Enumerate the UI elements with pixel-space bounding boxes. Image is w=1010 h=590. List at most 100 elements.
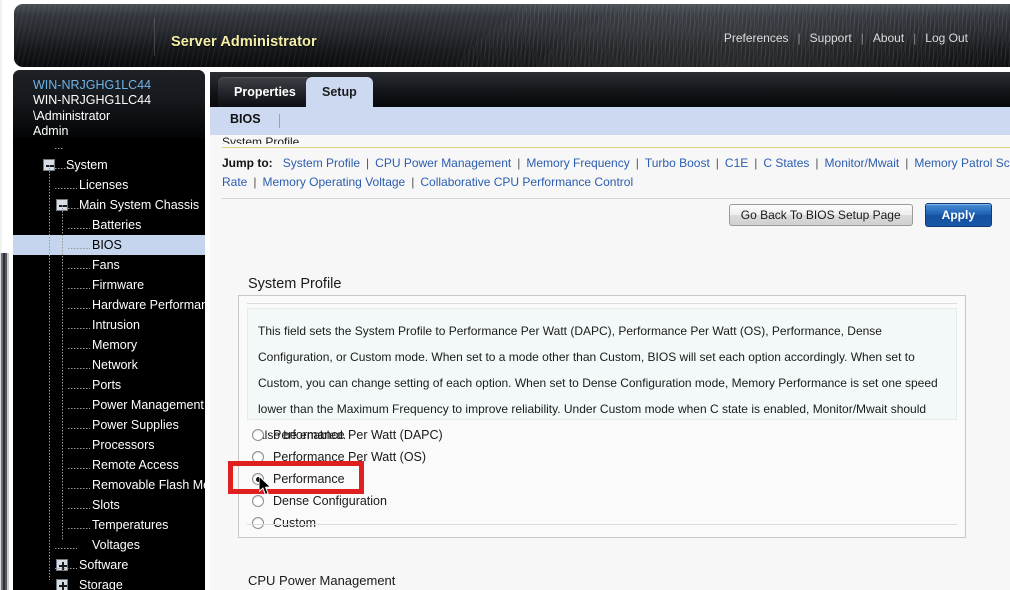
- sidebar-item-label: Removable Flash Media: [92, 478, 205, 492]
- tree-guide-dash: [68, 428, 90, 429]
- page-scrollbar[interactable]: [0, 253, 9, 590]
- sidebar-item-label: Temperatures: [92, 518, 169, 532]
- sidebar-item-fans[interactable]: Fans: [13, 255, 205, 275]
- sidebar-host-link[interactable]: WIN-NRJGHG1LC44: [33, 78, 205, 93]
- radio-option-performance-per-watt-dapc-[interactable]: Performance Per Watt (DAPC): [252, 424, 952, 446]
- sidebar-item-label: Remote Access: [92, 458, 179, 472]
- system-tree: System Licenses Main System Chassis Batteri…: [13, 138, 205, 590]
- jump-link-c-states[interactable]: C States: [763, 156, 809, 170]
- sidebar-item-label: Batteries: [92, 218, 142, 232]
- apply-button[interactable]: Apply: [924, 203, 992, 227]
- tree-guide-dash: [68, 408, 90, 409]
- sidebar-item-label: Power Management: [92, 398, 204, 412]
- jump-link-memory-patrol-scrub[interactable]: Memory Patrol Scrub: [914, 156, 1010, 170]
- sidebar-item-batteries[interactable]: Batteries: [13, 215, 205, 235]
- jump-separator: |: [754, 156, 758, 170]
- nav-preferences[interactable]: Preferences: [715, 31, 798, 45]
- jump-link-monitor-mwait[interactable]: Monitor/Mwait: [825, 156, 900, 170]
- tree-guide-dash: [68, 388, 90, 389]
- sidebar-item-network[interactable]: Network: [13, 355, 205, 375]
- tree-guide-dash: [68, 328, 90, 329]
- tree-guide-dash: [68, 228, 90, 229]
- radio-option-label: Performance Per Watt (OS): [273, 450, 427, 464]
- sidebar-item-system[interactable]: System: [13, 155, 205, 175]
- tree-guide-dash: [68, 488, 90, 489]
- browser-viewport: Server Administrator Preferences | Suppo…: [0, 0, 1010, 590]
- tab-properties[interactable]: Properties: [218, 77, 312, 107]
- sidebar-item-label: System: [66, 158, 108, 172]
- sidebar-item-memory[interactable]: Memory: [13, 335, 205, 355]
- section-title: System Profile: [248, 276, 342, 292]
- expand-icon[interactable]: [56, 579, 68, 590]
- jump-link-memory-operating-voltage[interactable]: Memory Operating Voltage: [262, 175, 405, 189]
- sidebar-item-label: Hardware Performance: [92, 298, 205, 312]
- tree-guide-dash: [55, 548, 77, 549]
- section-description: This field sets the System Profile to Pe…: [247, 308, 957, 442]
- sidebar-item-licenses[interactable]: Licenses: [13, 175, 205, 195]
- jump-separator: |: [635, 156, 639, 170]
- sidebar-item-power-management[interactable]: Power Management: [13, 395, 205, 415]
- sidebar-item-main-system-chassis[interactable]: Main System Chassis: [13, 195, 205, 215]
- sidebar-item-label: Network: [92, 358, 138, 372]
- jump-bottom-rule: [222, 198, 1010, 199]
- go-back-button[interactable]: Go Back To BIOS Setup Page: [728, 204, 913, 226]
- tree-guide-dash: [68, 288, 90, 289]
- sidebar-item-hardware-performance[interactable]: Hardware Performance: [13, 295, 205, 315]
- sidebar-item-software[interactable]: Software: [13, 555, 205, 575]
- sidebar-item-temperatures[interactable]: Temperatures: [13, 515, 205, 535]
- next-section-clip: CPU Power Management: [210, 575, 1010, 590]
- sidebar-item-intrusion[interactable]: Intrusion: [13, 315, 205, 335]
- radio-option-label: Performance: [273, 472, 345, 486]
- radio-option-custom[interactable]: Custom: [252, 512, 952, 534]
- jump-link-system-profile[interactable]: System Profile: [283, 156, 360, 170]
- tree-guide-dash: [55, 568, 77, 569]
- sub-tab-divider: [279, 114, 280, 128]
- sidebar-item-label: Ports: [92, 378, 122, 392]
- sidebar-item-bios[interactable]: BIOS: [13, 235, 205, 255]
- radio-option-label: Custom: [273, 516, 317, 530]
- tab-setup[interactable]: Setup: [306, 77, 373, 107]
- jump-link-turbo-boost[interactable]: Turbo Boost: [645, 156, 710, 170]
- sidebar-item-label: Licenses: [79, 178, 129, 192]
- sidebar-item-storage[interactable]: Storage: [13, 575, 205, 590]
- sub-tab-bios[interactable]: BIOS: [230, 112, 261, 126]
- tree-guide-dash: [68, 368, 90, 369]
- sidebar-item-ports[interactable]: Ports: [13, 375, 205, 395]
- sidebar-item-voltages[interactable]: Voltages: [13, 535, 205, 555]
- jump-link-cpu-power-management[interactable]: CPU Power Management: [375, 156, 511, 170]
- app-title: Server Administrator: [171, 34, 317, 50]
- radio-button-icon[interactable]: [252, 495, 264, 507]
- sidebar-item-remote-access[interactable]: Remote Access: [13, 455, 205, 475]
- tree-guide-dash: [68, 308, 90, 309]
- sidebar-item-firmware[interactable]: Firmware: [13, 275, 205, 295]
- nav-support[interactable]: Support: [801, 31, 861, 45]
- radio-button-icon[interactable]: [252, 451, 264, 463]
- radio-button-icon[interactable]: [252, 473, 264, 485]
- sidebar-item-processors[interactable]: Processors: [13, 435, 205, 455]
- radio-option-performance-per-watt-os-[interactable]: Performance Per Watt (OS): [252, 446, 952, 468]
- tree-guide-dash: [68, 468, 90, 469]
- tree-guide-line: [49, 165, 50, 580]
- radio-button-icon[interactable]: [252, 517, 264, 529]
- sidebar-item-label: Slots: [92, 498, 120, 512]
- radio-option-dense-configuration[interactable]: Dense Configuration: [252, 490, 952, 512]
- radio-option-label: Dense Configuration: [273, 494, 387, 508]
- next-section-title: CPU Power Management: [248, 575, 396, 588]
- jump-link-c1e[interactable]: C1E: [725, 156, 748, 170]
- sidebar-item-slots[interactable]: Slots: [13, 495, 205, 515]
- jump-link-collaborative-cpu-performance-control[interactable]: Collaborative CPU Performance Control: [420, 175, 633, 189]
- jump-to-label: Jump to:: [222, 156, 273, 170]
- sidebar-item-removable-flash-media[interactable]: Removable Flash Media: [13, 475, 205, 495]
- expand-icon[interactable]: [56, 559, 68, 571]
- radio-option-label: Performance Per Watt (DAPC): [273, 428, 443, 442]
- nav-log-out[interactable]: Log Out: [916, 31, 977, 45]
- tree-guide-dash: [68, 348, 90, 349]
- sidebar-item-power-supplies[interactable]: Power Supplies: [13, 415, 205, 435]
- jump-link-memory-frequency[interactable]: Memory Frequency: [526, 156, 629, 170]
- radio-button-icon[interactable]: [252, 429, 264, 441]
- panel-bottom-rule: [247, 524, 957, 525]
- sidebar: WIN-NRJGHG1LC44 WIN-NRJGHG1LC44 \Adminis…: [13, 70, 205, 590]
- radio-option-performance[interactable]: Performance: [252, 468, 952, 490]
- sidebar-item-label: Software: [79, 558, 129, 572]
- nav-about[interactable]: About: [864, 31, 913, 45]
